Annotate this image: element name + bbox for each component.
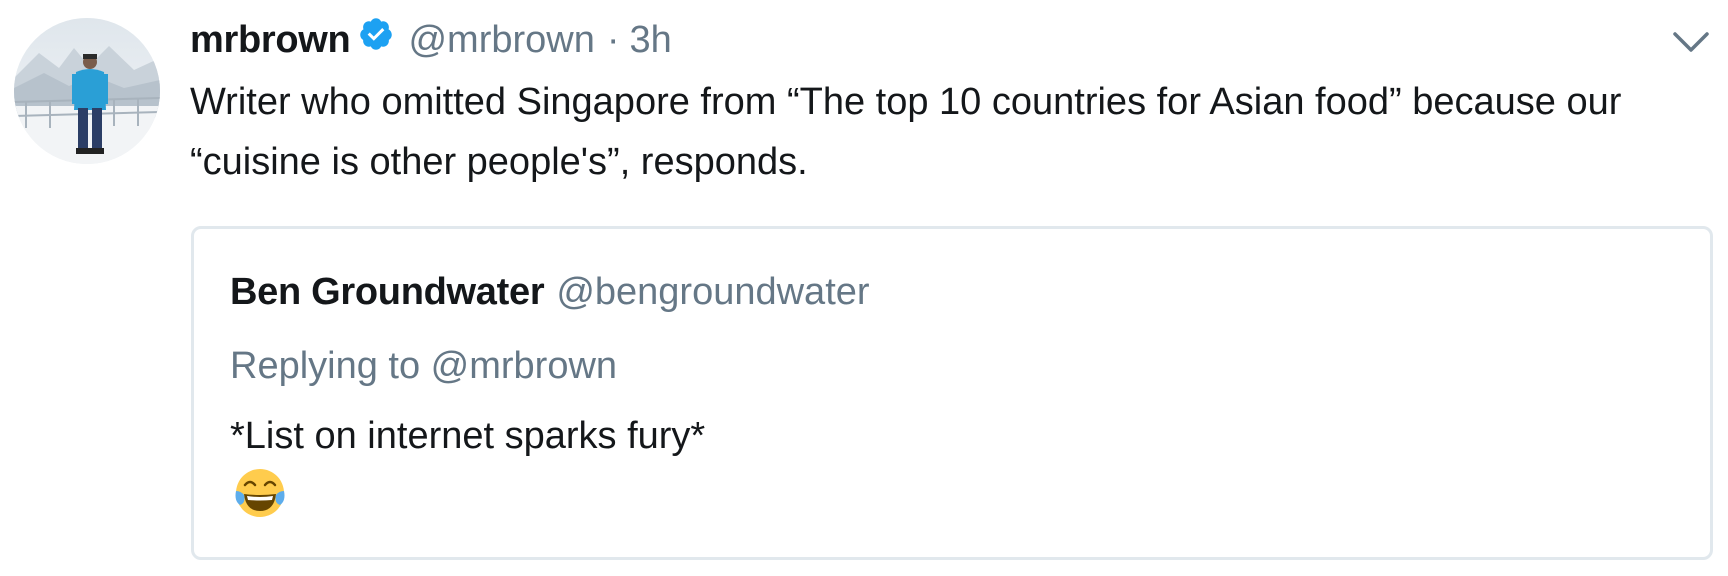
quoted-display-name: Ben Groundwater bbox=[230, 271, 545, 313]
face-with-tears-of-joy-emoji bbox=[235, 469, 285, 517]
display-name[interactable]: mrbrown bbox=[190, 19, 351, 62]
tweet-header: mrbrown @mrbrown · 3h bbox=[190, 14, 672, 66]
quoted-handle: @bengroundwater bbox=[556, 271, 870, 313]
timestamp[interactable]: 3h bbox=[630, 19, 672, 62]
quoted-tweet[interactable]: Ben Groundwater @bengroundwater Replying… bbox=[191, 226, 1713, 560]
chevron-down-icon[interactable] bbox=[1672, 30, 1710, 54]
separator-dot: · bbox=[606, 18, 620, 61]
quoted-tweet-header: Ben Groundwater @bengroundwater bbox=[230, 271, 870, 314]
handle[interactable]: @mrbrown bbox=[408, 19, 594, 62]
verified-badge-icon bbox=[360, 18, 393, 50]
quoted-tweet-text: *List on internet sparks fury* bbox=[230, 415, 706, 457]
tweet-card[interactable]: mrbrown @mrbrown · 3h Writer who omitted… bbox=[0, 0, 1728, 576]
avatar[interactable] bbox=[14, 18, 160, 164]
profile-photo-avatar bbox=[14, 18, 160, 164]
reply-context: Replying to @mrbrown bbox=[230, 345, 618, 387]
tweet-text: Writer who omitted Singapore from “The t… bbox=[190, 81, 1622, 183]
